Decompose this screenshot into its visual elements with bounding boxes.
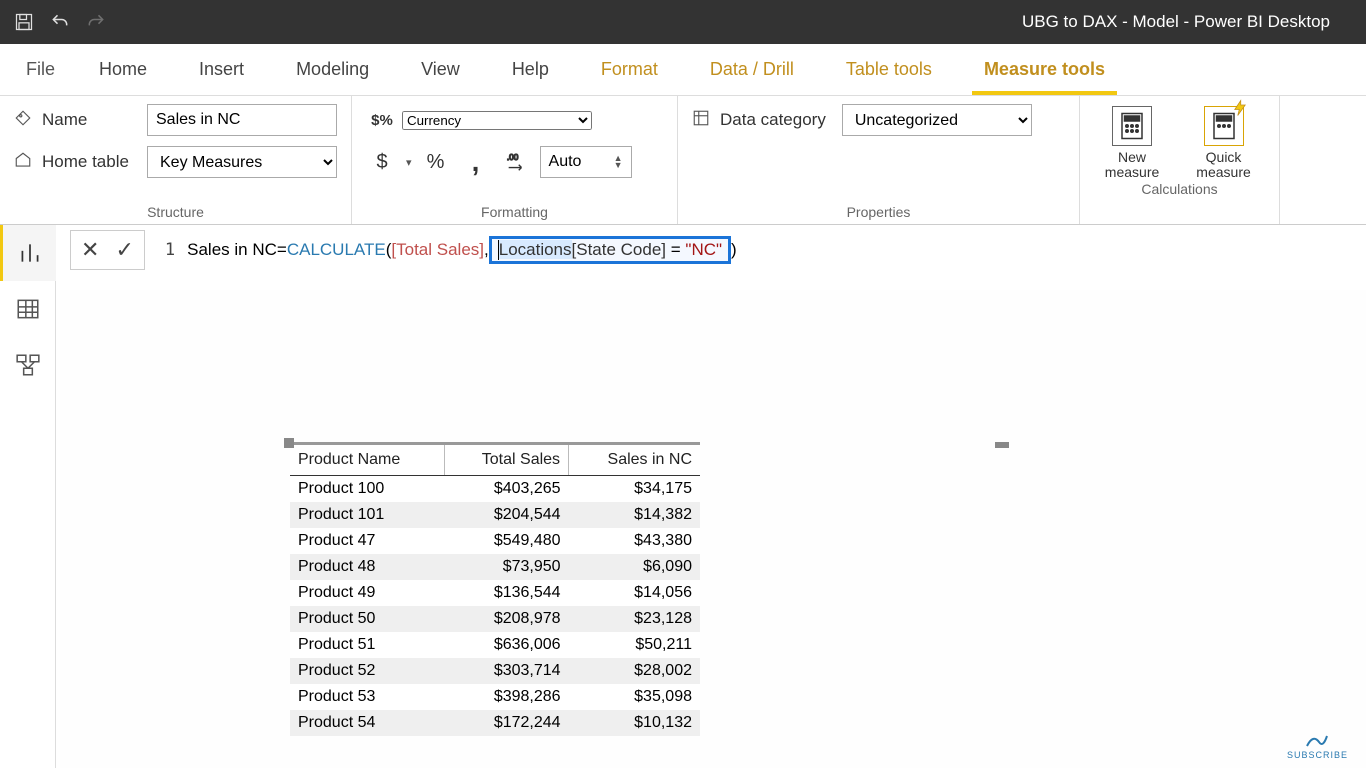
tab-table-tools[interactable]: Table tools <box>820 44 958 95</box>
table-row[interactable]: Product 51$636,006$50,211 <box>290 632 700 658</box>
data-category-label: Data category <box>720 110 826 130</box>
table-visual[interactable]: Product Name Total Sales Sales in NC Pro… <box>290 442 700 736</box>
window-title: UBG to DAX - Model - Power BI Desktop <box>120 12 1354 32</box>
table-row[interactable]: Product 50$208,978$23,128 <box>290 606 700 632</box>
home-table-icon <box>14 151 34 174</box>
home-table-label: Home table <box>42 152 129 172</box>
quick-measure-button[interactable]: Quick measure <box>1182 106 1265 181</box>
formula-highlight: Locations[State Code] = "NC" <box>489 236 731 265</box>
ribbon: Name Home table Key Measures Structure $… <box>0 96 1366 225</box>
tab-insert[interactable]: Insert <box>173 44 270 95</box>
save-icon[interactable] <box>12 10 36 34</box>
stepper-arrows-icon[interactable]: ▲▼ <box>614 155 623 169</box>
formatting-group-label: Formatting <box>366 204 663 224</box>
decimals-icon[interactable]: .00 <box>500 146 532 178</box>
data-category-select[interactable]: Uncategorized <box>842 104 1032 136</box>
table-row[interactable]: Product 49$136,544$14,056 <box>290 580 700 606</box>
col-header-total[interactable]: Total Sales <box>445 445 569 476</box>
home-table-select[interactable]: Key Measures <box>147 146 337 178</box>
subscribe-badge[interactable]: SUBSCRIBE <box>1287 732 1348 760</box>
table-row[interactable]: Product 48$73,950$6,090 <box>290 554 700 580</box>
format-prefix-icon: $% <box>366 104 398 136</box>
ribbon-group-properties: Data category Uncategorized Properties <box>678 96 1080 224</box>
new-measure-button[interactable]: New measure <box>1094 106 1170 181</box>
commit-formula-button[interactable]: ✓ <box>115 237 133 263</box>
calculator-icon <box>1112 106 1152 146</box>
chevron-down-icon[interactable]: ▾ <box>406 156 412 169</box>
table-row[interactable]: Product 54$172,244$10,132 <box>290 710 700 736</box>
formula-bar: ✕ ✓ 1 Sales in NC = CALCULATE ( [Total S… <box>70 226 1366 274</box>
format-select[interactable]: Currency <box>402 111 592 130</box>
redo-icon[interactable] <box>84 10 108 34</box>
table-row[interactable]: Product 101$204,544$14,382 <box>290 502 700 528</box>
tab-home[interactable]: Home <box>73 44 173 95</box>
col-header-product[interactable]: Product Name <box>290 445 445 476</box>
percent-button[interactable]: % <box>420 146 452 178</box>
table-row[interactable]: Product 100$403,265$34,175 <box>290 476 700 503</box>
formula-editor[interactable]: Sales in NC = CALCULATE ( [Total Sales] … <box>187 236 1366 265</box>
table-header-row: Product Name Total Sales Sales in NC <box>290 445 700 476</box>
report-view-button[interactable] <box>0 225 56 281</box>
thousands-button[interactable]: , <box>460 146 492 178</box>
ribbon-group-formatting: $% Currency $ ▾ % , .00 Auto ▲▼ Formatti… <box>352 96 678 224</box>
tab-modeling[interactable]: Modeling <box>270 44 395 95</box>
tab-file[interactable]: File <box>8 44 73 95</box>
tab-measure-tools[interactable]: Measure tools <box>958 44 1131 95</box>
structure-group-label: Structure <box>14 204 337 224</box>
currency-button[interactable]: $ <box>366 146 398 178</box>
data-view-button[interactable] <box>0 281 56 337</box>
svg-text:.00: .00 <box>506 153 518 162</box>
calculations-group-label: Calculations <box>1094 181 1265 201</box>
ribbon-group-structure: Name Home table Key Measures Structure <box>0 96 352 224</box>
properties-group-label: Properties <box>692 204 1065 224</box>
tab-format[interactable]: Format <box>575 44 684 95</box>
resize-handle-right-icon[interactable] <box>995 442 1009 448</box>
table-row[interactable]: Product 47$549,480$43,380 <box>290 528 700 554</box>
tag-icon <box>14 109 34 132</box>
decimals-stepper[interactable]: Auto ▲▼ <box>540 146 632 178</box>
ribbon-group-calculations: New measure Quick measure Calculations <box>1080 96 1280 224</box>
name-label: Name <box>42 110 87 130</box>
ribbon-tab-strip: File Home Insert Modeling View Help Form… <box>0 44 1366 96</box>
tab-view[interactable]: View <box>395 44 486 95</box>
quick-measure-icon <box>1204 106 1244 146</box>
model-view-button[interactable] <box>0 337 56 393</box>
undo-icon[interactable] <box>48 10 72 34</box>
table-row[interactable]: Product 53$398,286$35,098 <box>290 684 700 710</box>
category-icon <box>692 109 712 132</box>
formula-line-number: 1 <box>157 240 175 260</box>
view-rail <box>0 225 56 768</box>
cancel-formula-button[interactable]: ✕ <box>81 237 99 263</box>
resize-handle-icon[interactable] <box>284 438 294 448</box>
name-input[interactable] <box>147 104 337 136</box>
tab-data-drill[interactable]: Data / Drill <box>684 44 820 95</box>
table-row[interactable]: Product 52$303,714$28,002 <box>290 658 700 684</box>
title-bar: UBG to DAX - Model - Power BI Desktop <box>0 0 1366 44</box>
tab-help[interactable]: Help <box>486 44 575 95</box>
col-header-nc[interactable]: Sales in NC <box>569 445 700 476</box>
report-canvas[interactable]: Product Name Total Sales Sales in NC Pro… <box>60 290 1366 768</box>
